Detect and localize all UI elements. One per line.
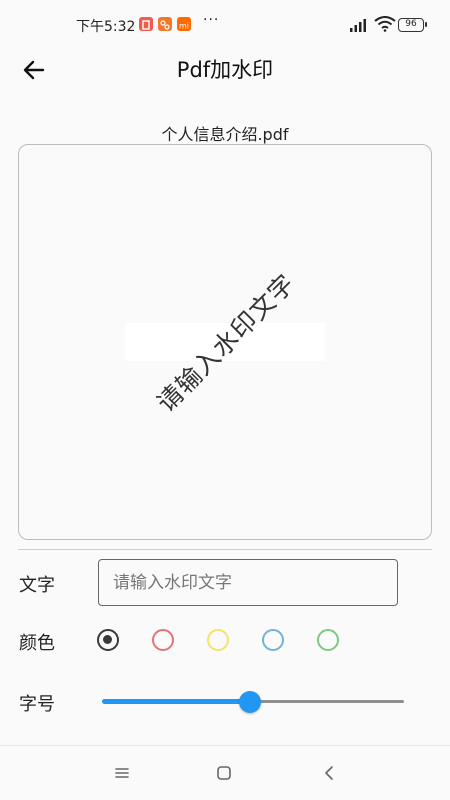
color-radio-yellow[interactable] [207, 629, 229, 651]
color-radio-red[interactable] [152, 629, 174, 651]
menu-icon [115, 768, 129, 778]
color-radio-green[interactable] [317, 629, 339, 651]
battery-icon: 96 [398, 18, 427, 32]
system-back-button[interactable] [314, 760, 344, 786]
svg-text:mi: mi [179, 22, 189, 31]
signal-icon [350, 19, 366, 32]
slider-thumb[interactable] [239, 691, 261, 713]
recent-apps-button[interactable] [107, 760, 137, 786]
color-radio-blue[interactable] [262, 629, 284, 651]
home-button[interactable] [209, 760, 239, 786]
status-time: 下午5:32 [76, 19, 136, 35]
text-label: 文字 [19, 575, 55, 596]
back-chevron-icon [325, 766, 333, 780]
home-square-icon [217, 766, 231, 780]
red-app-icon [139, 17, 153, 31]
battery-level: 96 [405, 19, 417, 29]
slider-fill [102, 699, 250, 704]
mi-app-icon: mi [177, 17, 191, 31]
watermark-text-input[interactable] [98, 559, 398, 606]
bottom-divider [0, 745, 450, 746]
color-label: 颜色 [19, 633, 55, 654]
status-bar: 下午5:32 mi ··· 96 [0, 0, 450, 50]
orange-app-icon [158, 17, 172, 31]
font-size-label: 字号 [19, 694, 55, 715]
divider [18, 549, 432, 550]
pdf-preview: 请输入水印文字 [18, 144, 432, 540]
page-title: Pdf加水印 [176, 58, 274, 82]
color-radio-dark[interactable] [97, 629, 119, 651]
font-size-slider[interactable] [102, 690, 404, 714]
more-notifications-icon: ··· [203, 12, 220, 28]
wifi-icon [374, 16, 396, 32]
file-name: 个人信息介绍.pdf [161, 125, 289, 144]
